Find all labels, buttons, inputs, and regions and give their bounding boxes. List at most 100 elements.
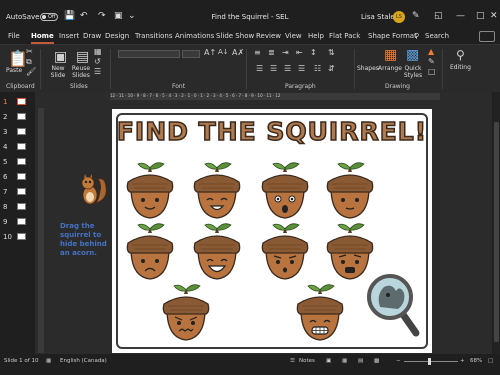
shape-effects-icon[interactable]: □	[428, 67, 436, 76]
grow-font-icon[interactable]: A↑	[204, 48, 216, 57]
editing-icon[interactable]: ⚲	[456, 48, 465, 62]
normal-view-icon[interactable]: ▣	[326, 358, 331, 364]
clear-format-icon[interactable]: A✗	[232, 48, 244, 57]
thumbnail-7[interactable]: 7	[0, 186, 35, 200]
columns-icon[interactable]: ☷	[314, 64, 321, 73]
tab-help[interactable]: Help	[308, 32, 324, 40]
new-slide-icon[interactable]: ▣	[54, 49, 67, 65]
acorn-sad[interactable]	[126, 221, 174, 281]
tab-animations[interactable]: Animations	[175, 32, 214, 40]
tab-slide-show[interactable]: Slide Show	[216, 32, 254, 40]
reset-icon[interactable]: ↺	[94, 57, 101, 66]
shape-fill-icon[interactable]: ▲	[428, 47, 434, 56]
close-icon[interactable]: ✕	[490, 11, 498, 21]
magnifier-image[interactable]	[366, 271, 422, 341]
tab-transitions[interactable]: Transitions	[135, 32, 173, 40]
layout-icon[interactable]: ▦	[94, 47, 102, 56]
search-icon[interactable]: ⚲	[414, 32, 419, 40]
shrink-font-icon[interactable]: A↓	[218, 48, 229, 56]
zoom-in-icon[interactable]: +	[460, 358, 465, 364]
acorn-grin[interactable]	[193, 160, 241, 220]
tab-design[interactable]: Design	[105, 32, 129, 40]
pen-icon[interactable]: ✎	[412, 11, 420, 21]
thumbnail-9[interactable]: 9	[0, 216, 35, 230]
thumbnail-1[interactable]: 1	[0, 96, 35, 110]
drag-instruction[interactable]: Drag the squirrel to hide behind an acor…	[60, 222, 112, 258]
thumbnail-5[interactable]: 5	[0, 156, 35, 170]
shape-outline-icon[interactable]: ✎	[428, 57, 435, 66]
tab-insert[interactable]: Insert	[59, 32, 79, 40]
indent-icon[interactable]: ⇥	[282, 48, 289, 57]
accessibility-icon[interactable]: ▦	[46, 358, 51, 364]
language-status[interactable]: English (Canada)	[60, 358, 107, 364]
bullets-icon[interactable]: ≡	[254, 48, 261, 57]
acorn-happy[interactable]	[126, 160, 174, 220]
editing-label[interactable]: Editing	[450, 64, 471, 71]
format-painter-icon[interactable]: 🖌	[26, 67, 36, 76]
tab-home[interactable]: Home	[31, 32, 54, 44]
acorn-toothy[interactable]	[296, 282, 344, 342]
quick-styles-icon[interactable]: ▩	[406, 47, 419, 63]
line-spacing-icon[interactable]: ↕	[310, 48, 317, 57]
vertical-scrollbar[interactable]	[493, 92, 500, 354]
new-slide-label[interactable]: New Slide	[46, 65, 70, 79]
notes-button[interactable]: Notes	[299, 358, 315, 364]
thumbnail-3[interactable]: 3	[0, 126, 35, 140]
acorn-surprised[interactable]	[261, 160, 309, 220]
acorn-worried[interactable]	[261, 221, 309, 281]
thumbnail-6[interactable]: 6	[0, 171, 35, 185]
numbering-icon[interactable]: ≣	[268, 48, 275, 57]
tab-view[interactable]: View	[285, 32, 302, 40]
avatar[interactable]: LS	[393, 11, 405, 23]
restore-ribbon-icon[interactable]: ◱	[434, 11, 443, 21]
shapes-label[interactable]: Shapes	[357, 65, 379, 72]
align-text-icon[interactable]: ⇵	[328, 64, 335, 73]
text-direction-icon[interactable]: ⇅	[328, 48, 335, 57]
thumbnail-4[interactable]: 4	[0, 141, 35, 155]
font-size-box[interactable]	[182, 50, 200, 58]
slide-show-icon[interactable]: ▩	[374, 358, 379, 364]
paste-label[interactable]: Paste	[6, 67, 22, 74]
paste-icon[interactable]: 📋	[8, 49, 28, 68]
tab-shape-format[interactable]: Shape Format	[368, 32, 417, 40]
font-name-box[interactable]	[118, 50, 180, 58]
acorn-nervous[interactable]	[162, 282, 210, 342]
maximize-icon[interactable]: □	[476, 11, 485, 21]
squirrel-image[interactable]	[78, 173, 108, 207]
arrange-label[interactable]: Arrange	[378, 65, 402, 72]
share-button[interactable]	[479, 31, 495, 42]
zoom-slider-knob[interactable]	[428, 358, 431, 365]
zoom-slider-track[interactable]	[404, 361, 458, 362]
section-icon[interactable]: ☰	[94, 67, 101, 76]
zoom-level[interactable]: 68%	[470, 358, 482, 364]
arrange-icon[interactable]: ▦	[384, 47, 397, 63]
zoom-out-icon[interactable]: −	[396, 358, 401, 364]
thumbnail-2[interactable]: 2	[0, 111, 35, 125]
justify-icon[interactable]: ☰	[298, 64, 305, 73]
slide-sorter-icon[interactable]: ▦	[342, 358, 347, 364]
reuse-slides-label[interactable]: Reuse Slides	[70, 65, 92, 79]
cut-icon[interactable]: ✂	[26, 47, 33, 56]
acorn-calm[interactable]	[326, 160, 374, 220]
minimize-icon[interactable]: —	[456, 11, 465, 21]
thumbnail-8[interactable]: 8	[0, 201, 35, 215]
tab-file[interactable]: File	[8, 32, 20, 40]
tab-flat-pack[interactable]: Flat Pack	[329, 32, 360, 40]
thumbnail-10[interactable]: 10	[0, 231, 35, 245]
fit-slide-icon[interactable]: □	[488, 358, 493, 364]
reuse-slides-icon[interactable]: ▤	[76, 49, 89, 65]
tab-review[interactable]: Review	[256, 32, 281, 40]
reading-view-icon[interactable]: ▤	[358, 358, 363, 364]
align-center-icon[interactable]: ☰	[270, 64, 277, 73]
quick-styles-label[interactable]: Quick Styles	[401, 65, 425, 79]
notes-icon[interactable]: ☰	[290, 358, 295, 364]
tab-draw[interactable]: Draw	[83, 32, 101, 40]
scrollbar-thumb[interactable]	[494, 122, 499, 342]
align-right-icon[interactable]: ☰	[284, 64, 291, 73]
search-label[interactable]: Search	[425, 32, 449, 40]
align-left-icon[interactable]: ☰	[256, 64, 263, 73]
acorn-big-smile[interactable]	[193, 221, 241, 281]
slide-heading[interactable]: FIND THE SQUIRREL!	[112, 116, 432, 147]
outdent-icon[interactable]: ⇤	[296, 48, 303, 57]
copy-icon[interactable]: ⧉	[26, 57, 32, 67]
